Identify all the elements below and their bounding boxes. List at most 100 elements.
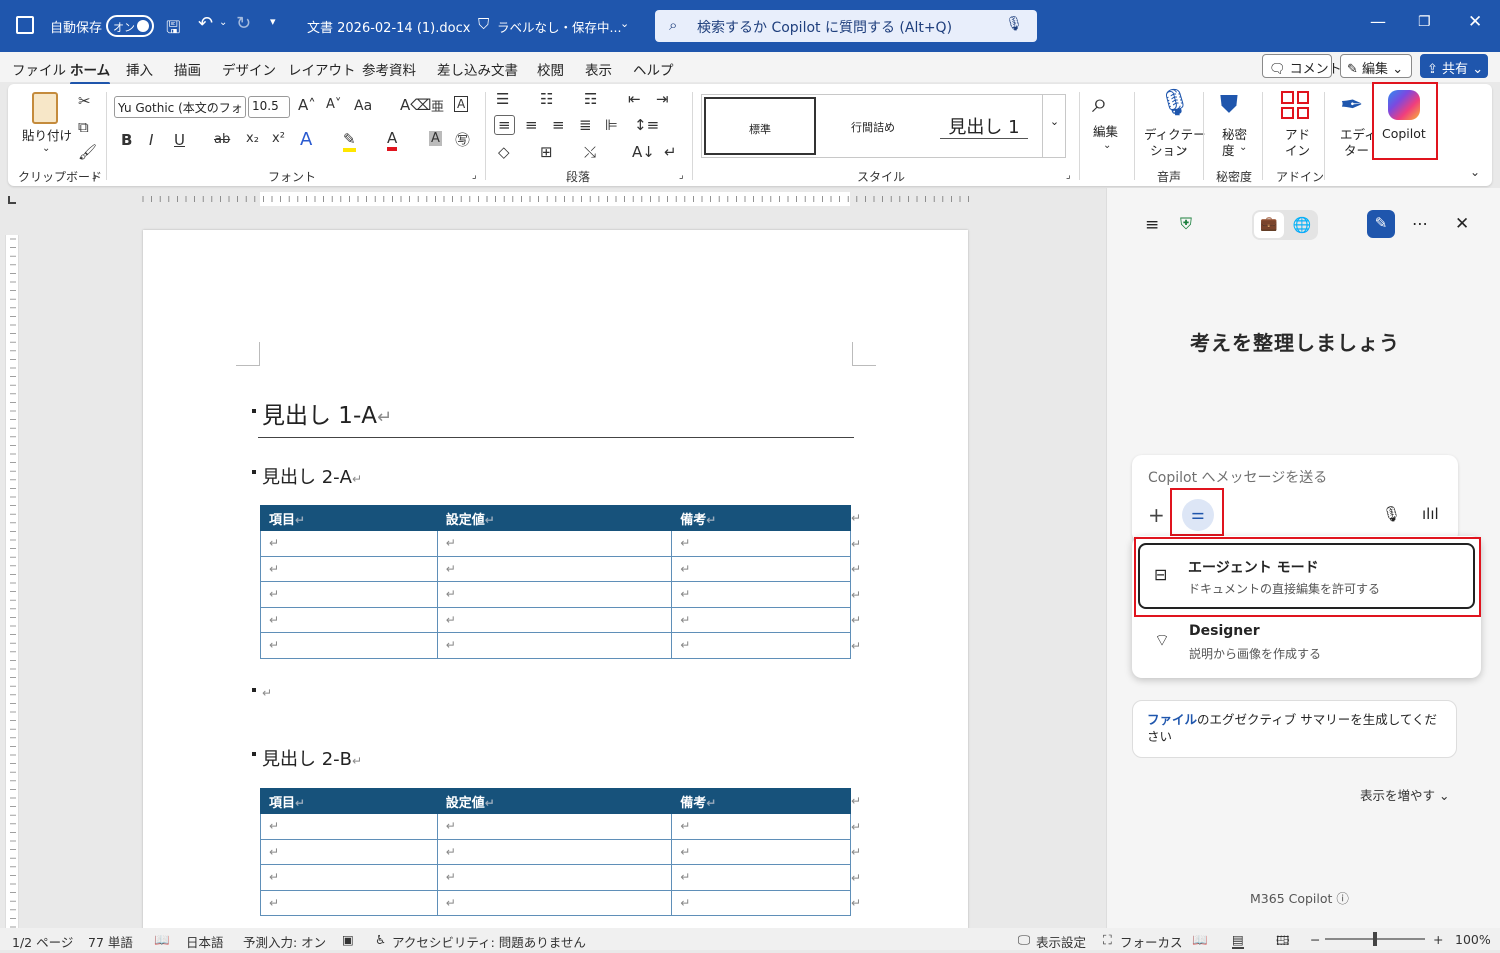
accessibility-status[interactable]: アクセシビリティ: 問題ありません	[392, 932, 586, 951]
shrink-font-icon[interactable]: A˅	[326, 97, 341, 112]
table-cell[interactable]: ↵	[671, 838, 851, 865]
table-header-cell[interactable]: 備考↵	[671, 788, 851, 814]
asian-layout-icon[interactable]: ⤯	[584, 143, 596, 161]
label-status[interactable]: ラベルなし・保存中...	[497, 17, 621, 36]
dictate-mic-icon[interactable]: 🎙	[1158, 88, 1191, 118]
heading1-a[interactable]: 見出し 1-A↵	[252, 396, 392, 430]
table-cell[interactable]: ↵	[671, 581, 851, 608]
tab-references[interactable]: 参考資料	[362, 59, 416, 79]
tab-help[interactable]: ヘルプ	[633, 59, 674, 79]
save-icon[interactable]: 🖫	[166, 15, 180, 44]
show-marks-icon[interactable]: ↵	[664, 143, 677, 161]
align-left-icon[interactable]: ≡	[494, 115, 515, 135]
print-layout-icon[interactable]: ▤	[1232, 932, 1244, 949]
work-mode-icon[interactable]: 💼	[1254, 212, 1284, 238]
bullets-icon[interactable]: ☰	[496, 90, 509, 108]
suggestion-card[interactable]: ファイルのエグゼクティブ サマリーを生成してください	[1132, 700, 1457, 758]
table-cell[interactable]: ↵	[260, 530, 438, 557]
info-icon[interactable]: ⓘ	[1336, 891, 1349, 906]
italic-icon[interactable]: I	[149, 131, 153, 149]
language[interactable]: 日本語	[186, 932, 224, 951]
voice-waveform-icon[interactable]: ılıl	[1422, 505, 1439, 523]
table-cell[interactable]: ↵	[671, 889, 851, 916]
decrease-indent-icon[interactable]: ⇤	[628, 90, 641, 108]
mic-icon[interactable]: 🎙	[1005, 16, 1023, 32]
highlight-icon[interactable]: ✎	[343, 130, 356, 152]
ribbon-collapse-icon[interactable]: ⌄	[1470, 165, 1480, 179]
enclose-char-icon[interactable]: ㊢	[455, 129, 470, 150]
settings-table-a[interactable]: 項目↵ 設定値↵ 備考↵ ↵ ↵ ↵ ↵ ↵ ↵ ↵ ↵ ↵ ↵ ↵ ↵ ↵ ↵ ↵	[260, 505, 851, 659]
styles-launcher-icon[interactable]: ⌟	[1066, 170, 1071, 181]
heading2-a[interactable]: 見出し 2-A↵	[252, 463, 362, 489]
customize-qat-icon[interactable]: ▾	[270, 15, 276, 28]
editor-icon[interactable]: ✒	[1340, 88, 1363, 121]
borders-icon[interactable]: ⊞	[540, 143, 553, 161]
tab-draw[interactable]: 描画	[174, 59, 201, 79]
autosave-toggle[interactable]: オン	[106, 15, 154, 37]
table-cell[interactable]: ↵	[671, 555, 851, 582]
undo-dropdown-icon[interactable]: ⌄	[219, 17, 227, 28]
justify-icon[interactable]: ≣	[579, 116, 592, 134]
mic-icon[interactable]: 🎙	[1382, 505, 1401, 523]
read-mode-icon[interactable]: 📖	[1192, 932, 1208, 948]
editing-button[interactable]: 編集	[1093, 124, 1118, 139]
strikethrough-icon[interactable]: ab	[214, 132, 230, 147]
table-cell[interactable]: ↵	[436, 606, 673, 633]
tab-design[interactable]: デザイン	[222, 59, 276, 79]
dictate-dropdown-icon[interactable]: ⌄	[1180, 142, 1188, 153]
table-cell[interactable]: ↵	[260, 632, 438, 659]
bold-icon[interactable]: B	[121, 131, 132, 149]
word-app-icon[interactable]	[16, 16, 34, 34]
tab-mailings[interactable]: 差し込み文書	[437, 59, 518, 79]
tab-layout[interactable]: レイアウト	[288, 59, 356, 79]
designer-item[interactable]: ⌔ Designer 説明から画像を作成する	[1138, 618, 1475, 670]
shading-icon[interactable]: ◇	[498, 143, 510, 161]
dictate-button-line1[interactable]: ディクテー	[1144, 127, 1206, 142]
vertical-ruler[interactable]	[5, 235, 19, 935]
copy-icon[interactable]: ⧉	[78, 118, 89, 136]
tab-home[interactable]: ホーム	[70, 59, 111, 85]
sensitivity-icon[interactable]: ⛊	[1220, 90, 1238, 118]
multilevel-list-icon[interactable]: ☶	[584, 90, 597, 108]
tab-view[interactable]: 表示	[585, 59, 612, 79]
table-cell[interactable]: ↵	[260, 813, 438, 840]
subscript-icon[interactable]: x₂	[246, 131, 259, 146]
proofing-icon[interactable]: 📖	[154, 932, 170, 948]
style-normal[interactable]: 標準	[704, 97, 816, 155]
addins-button-line2[interactable]: イン	[1285, 143, 1310, 158]
word-count[interactable]: 77 単語	[88, 932, 133, 951]
clear-format-icon[interactable]: A⌫	[400, 96, 431, 114]
close-pane-icon[interactable]: ✕	[1455, 214, 1469, 234]
table-header-cell[interactable]: 項目↵	[260, 505, 438, 531]
addins-icon[interactable]	[1281, 91, 1309, 119]
table-header-cell[interactable]: 項目↵	[260, 788, 438, 814]
editor-button-line2[interactable]: ター	[1344, 143, 1369, 158]
tab-file[interactable]: ファイル	[12, 59, 66, 79]
text-prediction[interactable]: 予測入力: オン	[243, 932, 326, 951]
zoom-out-icon[interactable]: −	[1310, 932, 1320, 947]
table-header-cell[interactable]: 設定値↵	[436, 788, 673, 814]
table-cell[interactable]: ↵	[436, 838, 673, 865]
redo-icon[interactable]: ↻	[236, 13, 251, 34]
clipboard-launcher-icon[interactable]: ⌟	[92, 170, 97, 181]
char-border-icon[interactable]: A	[454, 96, 469, 112]
tab-review[interactable]: 校閲	[537, 59, 564, 79]
settings-table-b[interactable]: 項目↵ 設定値↵ 備考↵ ↵ ↵ ↵ ↵ ↵ ↵ ↵ ↵ ↵ ↵ ↵ ↵	[260, 788, 851, 916]
paste-dropdown-icon[interactable]: ⌄	[42, 143, 50, 154]
find-icon[interactable]: ⌕	[1092, 86, 1108, 120]
title-chevron-icon[interactable]: ⌄	[620, 17, 629, 30]
close-icon[interactable]: ✕	[1468, 12, 1482, 32]
page-count[interactable]: 1/2 ページ	[12, 932, 73, 951]
tab-insert[interactable]: 挿入	[126, 59, 153, 79]
zoom-level[interactable]: 100%	[1455, 932, 1491, 947]
table-cell[interactable]: ↵	[436, 581, 673, 608]
web-mode-icon[interactable]: 🌐	[1288, 212, 1316, 238]
table-cell[interactable]: ↵	[671, 864, 851, 891]
zoom-in-icon[interactable]: +	[1433, 932, 1443, 947]
copilot-ribbon-button-highlight[interactable]	[1372, 82, 1438, 160]
increase-indent-icon[interactable]: ⇥	[656, 90, 669, 108]
editing-dropdown-icon[interactable]: ⌄	[1103, 140, 1111, 151]
chat-history-icon[interactable]: ≡	[1145, 215, 1159, 235]
new-chat-icon[interactable]: ✎	[1367, 210, 1395, 238]
table-header-cell[interactable]: 設定値↵	[436, 505, 673, 531]
